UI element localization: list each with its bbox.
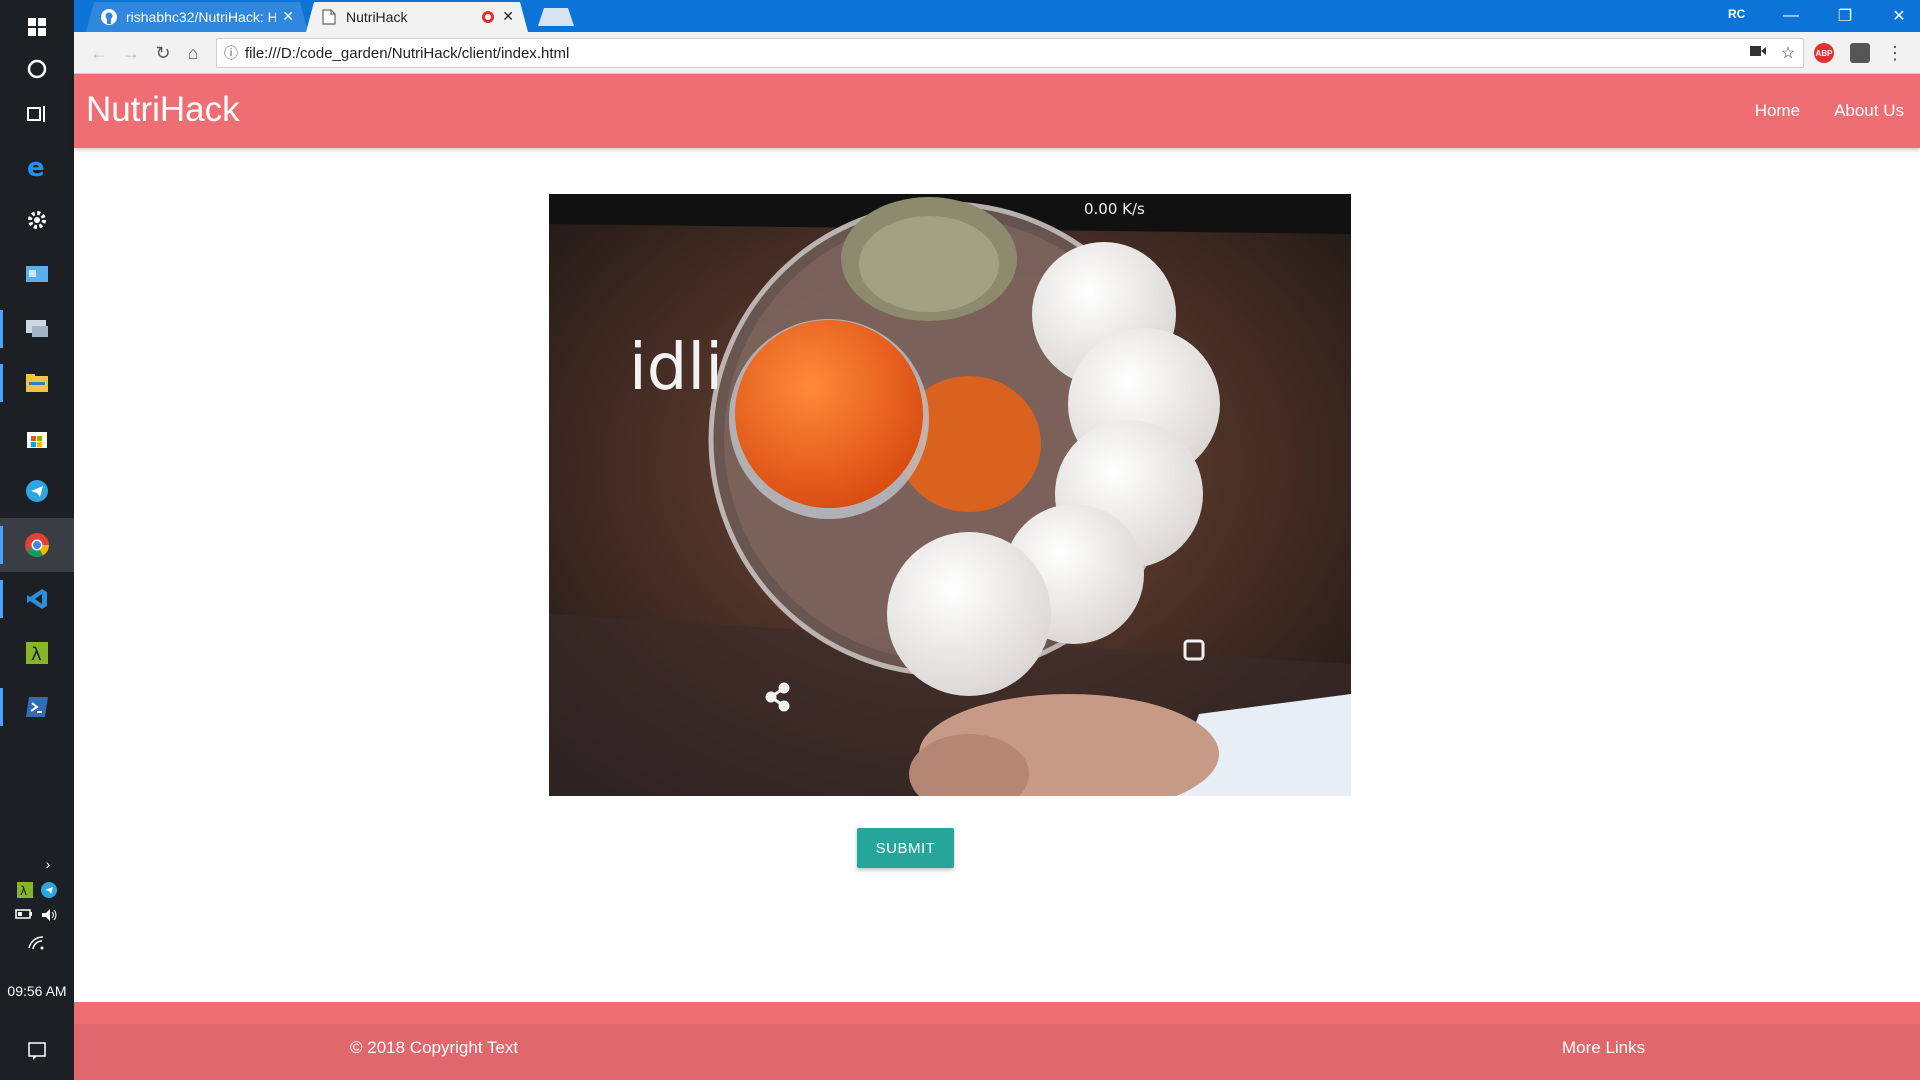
action-center-icon[interactable] (0, 1024, 74, 1078)
web-page: NutriHack Home About Us idli 0.00 K/s SU… (74, 74, 1920, 1080)
forward-arrow-icon[interactable]: → (118, 40, 144, 66)
tab-close-icon[interactable]: ✕ (502, 8, 514, 25)
svg-text:e: e (27, 154, 45, 180)
food-photo-drawing: idli 0.00 K/s (549, 194, 1351, 796)
recording-indicator-icon (482, 11, 494, 23)
chrome-icon[interactable] (0, 518, 74, 572)
photo-status-text: 0.00 K/s (1084, 200, 1145, 218)
tray-overflow-chevron-icon[interactable]: › (0, 856, 74, 872)
nav-about-us-link[interactable]: About Us (1834, 101, 1904, 121)
file-explorer-icon[interactable] (0, 356, 74, 410)
food-photo: idli 0.00 K/s (549, 194, 1351, 796)
minimize-icon[interactable]: — (1764, 0, 1818, 32)
browser-titlebar: rishabhc32/NutriHack: Ha ✕ NutriHack ✕ R… (74, 0, 1920, 32)
battery-icon[interactable] (15, 908, 33, 920)
github-icon (100, 8, 118, 26)
task-view-icon[interactable] (0, 87, 74, 141)
control-panel-icon[interactable] (0, 247, 74, 301)
settings-gear-icon[interactable] (0, 193, 74, 247)
site-navbar: NutriHack Home About Us (74, 74, 1920, 148)
address-bar[interactable]: ⓘ ☆ (216, 38, 1804, 68)
tray-telegram-icon[interactable] (41, 882, 57, 898)
site-footer: © 2018 Copyright Text More Links (74, 1002, 1920, 1080)
browser-toolbar: ← → ↻ ⌂ ⓘ ☆ ABP ⋮ (74, 32, 1920, 74)
adblock-extension-icon[interactable]: ABP (1814, 43, 1834, 63)
wifi-icon[interactable] (0, 936, 74, 950)
volume-icon[interactable] (41, 908, 59, 922)
menu-kebab-icon[interactable]: ⋮ (1882, 40, 1908, 66)
submit-button[interactable]: SUBMIT (857, 828, 954, 868)
site-brand[interactable]: NutriHack (86, 90, 240, 130)
back-arrow-icon[interactable]: ← (86, 40, 112, 66)
info-icon[interactable]: ⓘ (217, 43, 245, 63)
remote-desktop-icon[interactable] (0, 302, 74, 356)
bookmark-star-icon[interactable]: ☆ (1773, 43, 1803, 63)
microsoft-store-icon[interactable] (0, 411, 74, 465)
tab-close-icon[interactable]: ✕ (282, 8, 294, 25)
restore-icon[interactable]: ❐ (1818, 0, 1872, 32)
page-file-icon (320, 8, 338, 26)
edge-icon[interactable]: e (0, 140, 74, 194)
tray-icons-row: λ (0, 882, 74, 898)
camera-icon[interactable] (1743, 44, 1773, 62)
reload-icon[interactable]: ↻ (150, 40, 176, 66)
url-input[interactable] (245, 44, 1743, 62)
svg-text:λ: λ (20, 884, 27, 898)
powershell-icon[interactable] (0, 680, 74, 734)
footer-copyright-bar: © 2018 Copyright Text More Links (74, 1024, 1920, 1080)
home-icon[interactable]: ⌂ (180, 40, 206, 66)
telegram-icon[interactable] (0, 464, 74, 518)
windows-taskbar: e λ › λ 09:56 AM (0, 0, 74, 1080)
tab-title: rishabhc32/NutriHack: Ha (126, 9, 276, 25)
lambda-terminal-icon[interactable]: λ (0, 626, 74, 680)
vscode-icon[interactable] (0, 572, 74, 626)
tab-github-nutrihack[interactable]: rishabhc32/NutriHack: Ha ✕ (86, 2, 308, 32)
photo-idli-text: idli (629, 331, 723, 405)
nav-links: Home About Us (1755, 101, 1904, 121)
new-tab-button[interactable] (538, 8, 574, 26)
more-links-link[interactable]: More Links (1562, 1038, 1645, 1058)
extension-icon[interactable] (1850, 43, 1870, 63)
nav-home-link[interactable]: Home (1755, 101, 1800, 121)
tab-nutrihack[interactable]: NutriHack ✕ (306, 2, 528, 32)
svg-text:λ: λ (31, 644, 42, 665)
close-window-icon[interactable]: ✕ (1872, 0, 1920, 32)
profile-badge[interactable]: RC (1728, 7, 1745, 21)
taskbar-clock[interactable]: 09:56 AM (0, 983, 74, 999)
tray-lambda-icon[interactable]: λ (17, 882, 33, 898)
tray-status-row (0, 908, 74, 922)
copyright-text: © 2018 Copyright Text (350, 1038, 519, 1057)
tab-title: NutriHack (346, 9, 408, 25)
